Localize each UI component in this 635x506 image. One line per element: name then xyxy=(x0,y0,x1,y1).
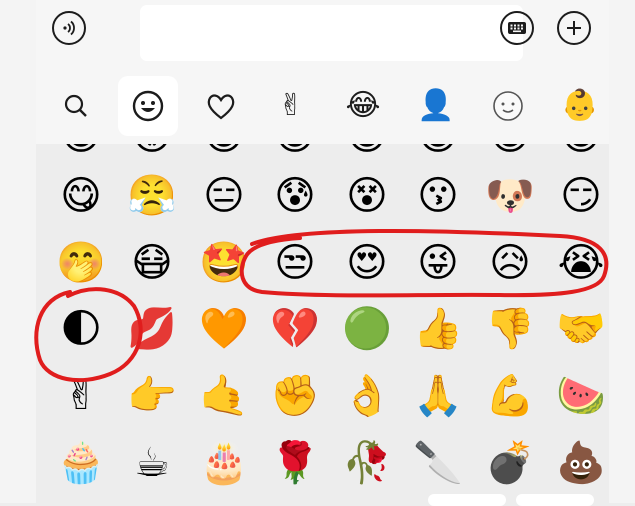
emoji-cell[interactable]: 🤝 xyxy=(551,299,609,359)
emoji-cell[interactable]: 🎂 xyxy=(194,433,254,493)
emoji-cell[interactable]: 👍 xyxy=(408,299,468,359)
bottom-button-right[interactable] xyxy=(516,494,594,506)
emoji-cell[interactable]: 😒 xyxy=(265,233,325,293)
emoji-cell[interactable]: 🤭 xyxy=(51,233,111,293)
keyboard-icon xyxy=(508,22,526,34)
emoji-cell[interactable]: 💩 xyxy=(551,433,609,493)
search-icon xyxy=(64,94,87,117)
emoji-cell[interactable]: 😁 xyxy=(194,144,254,166)
emoji-cell[interactable]: 😜 xyxy=(408,233,468,293)
tab-favorites[interactable] xyxy=(191,76,251,136)
emoji-cell[interactable]: 🤩 xyxy=(194,233,254,293)
emoji-cell[interactable]: 😭 xyxy=(551,233,609,293)
emoji-cell[interactable]: 😷 xyxy=(122,233,182,293)
face-outline-icon xyxy=(493,91,523,121)
smiley-icon xyxy=(132,90,164,122)
emoji-cell[interactable]: 💔 xyxy=(265,299,325,359)
emoji-cell[interactable]: 😗 xyxy=(408,166,468,226)
emoji-cell[interactable]: 🍉 xyxy=(551,366,609,426)
tab-face-pack[interactable] xyxy=(478,76,538,136)
emoji-cell[interactable]: ✊ xyxy=(265,366,325,426)
tab-smileys[interactable] xyxy=(118,76,178,136)
emoji-cell[interactable]: 😁 xyxy=(337,144,397,166)
tab-sticker-pack[interactable]: 👤 xyxy=(406,76,466,136)
plus-icon xyxy=(567,21,581,35)
tab-gestures[interactable]: ✌ xyxy=(261,76,321,136)
keyboard-button[interactable] xyxy=(500,11,534,45)
emoji-cell[interactable]: 😁 xyxy=(408,144,468,166)
emoji-cell[interactable]: 💋 xyxy=(122,299,182,359)
emoji-cell[interactable]: ✌ xyxy=(51,366,111,426)
add-button[interactable] xyxy=(557,11,591,45)
voice-button[interactable] xyxy=(52,11,86,45)
emoji-cell[interactable]: 😁 xyxy=(265,144,325,166)
emoji-cell[interactable]: 🐶 xyxy=(480,166,540,226)
emoji-cell[interactable]: 🌓 xyxy=(51,299,111,359)
emoji-cell[interactable]: 😤 xyxy=(122,166,182,226)
tab-baby-pack[interactable]: 👶 xyxy=(550,76,610,136)
baby-face-icon: 👶 xyxy=(561,88,599,123)
emoji-cell[interactable]: 🟢 xyxy=(337,299,397,359)
emoji-cell[interactable]: 😡 xyxy=(122,144,182,166)
message-input[interactable] xyxy=(140,5,523,61)
user-avatar-icon: 👤 xyxy=(417,88,455,123)
emoji-cell[interactable]: 👉 xyxy=(122,366,182,426)
emoji-cell[interactable]: 🥀 xyxy=(337,433,397,493)
right-edge xyxy=(609,0,635,503)
emoji-cell[interactable]: 🔪 xyxy=(408,433,468,493)
emoji-cell[interactable]: 💣 xyxy=(480,433,540,493)
emoji-cell[interactable]: 🌹 xyxy=(265,433,325,493)
emoji-cell[interactable]: 😰 xyxy=(265,166,325,226)
emoji-cell[interactable]: 👌 xyxy=(337,366,397,426)
emoji-cell[interactable]: 💪 xyxy=(480,366,540,426)
emoji-cell[interactable]: 😁 xyxy=(480,144,540,166)
emoji-cell[interactable]: 😑 xyxy=(194,166,254,226)
emoji-cell[interactable]: 😥 xyxy=(480,233,540,293)
emoji-cell[interactable]: 😍 xyxy=(337,233,397,293)
gesture-icon: ✌ xyxy=(278,88,304,123)
emoji-cell[interactable]: 😏 xyxy=(551,166,609,226)
emoji-cell[interactable]: 🙏 xyxy=(408,366,468,426)
heart-icon xyxy=(207,94,235,120)
crying-laughing-icon: 😂 xyxy=(345,88,381,123)
emoji-grid: 😁 😡 😁 😁 😁 😁 😁 😁 😋 😤 😑 😰 😵 😗 🐶 😏 🤭 😷 🤩 😒 … xyxy=(36,144,609,503)
tab-popular[interactable]: 😂 xyxy=(333,76,393,136)
bottom-button-left[interactable] xyxy=(428,494,506,506)
emoji-cell[interactable]: 😁 xyxy=(51,144,111,166)
emoji-category-tabs: ✌ 😂 👤 👶 xyxy=(36,72,609,144)
emoji-cell[interactable]: 👎 xyxy=(480,299,540,359)
emoji-cell[interactable]: 😋 xyxy=(51,166,111,226)
emoji-cell[interactable]: 🧡 xyxy=(194,299,254,359)
emoji-cell[interactable]: ☕ xyxy=(122,433,182,493)
emoji-cell[interactable]: 🧁 xyxy=(51,433,111,493)
left-edge xyxy=(0,0,36,503)
emoji-cell[interactable]: 😁 xyxy=(551,144,609,166)
input-bar xyxy=(36,0,609,72)
tab-search[interactable] xyxy=(46,76,106,136)
emoji-cell[interactable]: 😵 xyxy=(337,166,397,226)
emoji-cell[interactable]: 🤙 xyxy=(194,366,254,426)
voice-icon xyxy=(63,20,75,36)
